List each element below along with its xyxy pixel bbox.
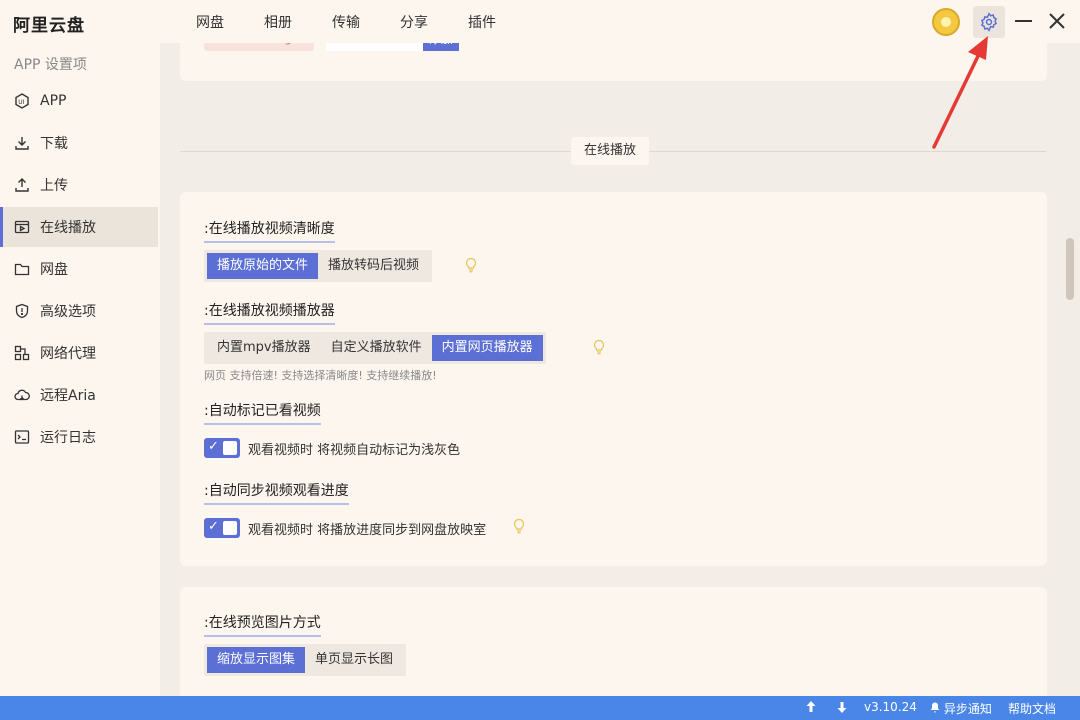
online-play-card: :在线播放视频清晰度 播放原始的文件 播放转码后视频 :在线播放视频播放器 内置… (180, 192, 1047, 566)
auto-mark-label: 观看视频时 将视频自动标记为浅灰色 (248, 443, 461, 458)
sidebar-item-label: 网盘 (40, 262, 68, 278)
sync-progress-label: 观看视频时 将播放进度同步到网盘放映室 (248, 523, 487, 538)
sidebar-item-label: 运行日志 (40, 430, 96, 446)
sync-progress-switch[interactable]: ✓ (204, 518, 240, 538)
image-option-gallery[interactable]: 缩放显示图集 (207, 647, 306, 673)
image-preview-card: :在线预览图片方式 缩放显示图集 单页显示长图 (180, 587, 1047, 696)
shield-icon (13, 302, 31, 320)
sidebar-title: APP 设置项 (14, 57, 87, 73)
network-icon (13, 344, 31, 362)
player-hint: 网页 支持倍速! 支持选择清晰度! 支持继续播放! (204, 369, 437, 382)
minimize-icon (1014, 20, 1032, 22)
close-icon (1049, 13, 1065, 29)
gear-icon (980, 12, 998, 32)
sidebar-item-online-play[interactable]: 在线播放 (0, 207, 158, 247)
player-button-group: 内置mpv播放器 自定义播放软件 内置网页播放器 (204, 332, 546, 364)
sidebar-item-log[interactable]: 运行日志 (0, 417, 158, 457)
sidebar-item-label: 远程Aria (40, 388, 96, 404)
setting-title-auto-mark: :自动标记已看视频 (204, 400, 321, 425)
sidebar-item-label: 上传 (40, 178, 68, 194)
setting-title-player: :在线播放视频播放器 (204, 300, 335, 325)
bulb-icon[interactable] (464, 257, 478, 273)
nav-transfer[interactable]: 传输 (312, 12, 380, 32)
settings-button[interactable] (973, 6, 1005, 38)
status-bar: v3.10.24 异步通知 帮助文档 (0, 696, 1080, 720)
notify-label: 异步通知 (943, 702, 992, 716)
image-preview-button-group: 缩放显示图集 单页显示长图 (204, 644, 407, 676)
sidebar-item-label: APP (40, 93, 67, 109)
download-icon (13, 134, 31, 152)
download-arrow-icon[interactable] (836, 700, 848, 717)
player-option-web[interactable]: 内置网页播放器 (431, 335, 543, 361)
player-option-mpv[interactable]: 内置mpv播放器 (207, 335, 321, 361)
upload-arrow-icon[interactable] (805, 700, 817, 717)
setting-title-image-preview: :在线预览图片方式 (204, 612, 321, 637)
bulb-icon[interactable] (592, 339, 606, 355)
quality-option-transcoded[interactable]: 播放转码后视频 (318, 253, 429, 279)
sidebar-item-proxy[interactable]: 网络代理 (0, 333, 158, 373)
auto-mark-switch[interactable]: ✓ (204, 438, 240, 458)
cloud-icon (13, 386, 31, 404)
minimize-button[interactable] (1012, 10, 1034, 32)
avatar[interactable] (932, 8, 960, 36)
sidebar: APP 设置项 UI APP 下载 上传 在线播放 网盘 高级选项 网络代理 远… (0, 43, 160, 696)
bell-icon (930, 702, 940, 713)
nav-share[interactable]: 分享 (380, 12, 448, 32)
sidebar-item-label: 高级选项 (40, 304, 96, 320)
ui-icon: UI (13, 92, 31, 110)
quality-option-original[interactable]: 播放原始的文件 (207, 253, 319, 279)
sidebar-item-drive[interactable]: 网盘 (0, 249, 158, 289)
scrollbar-thumb[interactable] (1066, 238, 1074, 300)
setting-title-sync-progress: :自动同步视频观看进度 (204, 480, 349, 505)
title-bar: 阿里云盘 网盘 相册 传输 分享 插件 (0, 0, 1080, 43)
bulb-icon[interactable] (512, 518, 526, 534)
check-icon: ✓ (208, 519, 219, 534)
sidebar-item-aria[interactable]: 远程Aria (0, 375, 158, 415)
main-content: ldownloading × 添加 在线播放 :在线播放视频清晰度 播放原始的文… (166, 43, 1060, 696)
sidebar-item-download[interactable]: 下载 (0, 123, 158, 163)
help-docs-link[interactable]: 帮助文档 (1008, 700, 1056, 717)
check-icon: ✓ (208, 439, 219, 454)
tag-input[interactable] (326, 43, 423, 51)
nav-album[interactable]: 相册 (244, 12, 312, 32)
top-nav: 网盘 相册 传输 分享 插件 (176, 0, 516, 43)
sidebar-item-advanced[interactable]: 高级选项 (0, 291, 158, 331)
terminal-icon (13, 428, 31, 446)
version-label: v3.10.24 (864, 700, 917, 714)
app-title: 阿里云盘 (13, 16, 85, 36)
download-settings-card: ldownloading × 添加 (180, 43, 1047, 81)
sidebar-item-upload[interactable]: 上传 (0, 165, 158, 205)
svg-text:UI: UI (18, 99, 24, 106)
add-tag-button[interactable]: 添加 (423, 43, 460, 51)
sidebar-item-label: 在线播放 (40, 220, 96, 236)
sidebar-item-app[interactable]: UI APP (0, 81, 158, 121)
sidebar-item-label: 网络代理 (40, 346, 96, 362)
nav-drive[interactable]: 网盘 (176, 12, 244, 32)
sidebar-item-label: 下载 (40, 136, 68, 152)
close-button[interactable] (1046, 10, 1068, 32)
image-option-long[interactable]: 单页显示长图 (305, 647, 403, 673)
video-icon (13, 218, 31, 236)
filter-tag[interactable]: ldownloading × (204, 43, 314, 51)
nav-plugins[interactable]: 插件 (448, 12, 516, 32)
section-title: 在线播放 (571, 137, 650, 165)
player-option-custom[interactable]: 自定义播放软件 (321, 335, 432, 361)
quality-button-group: 播放原始的文件 播放转码后视频 (204, 250, 433, 282)
setting-title-quality: :在线播放视频清晰度 (204, 218, 335, 243)
folder-icon (13, 260, 31, 278)
upload-icon (13, 176, 31, 194)
notify-button[interactable]: 异步通知 (930, 700, 992, 717)
